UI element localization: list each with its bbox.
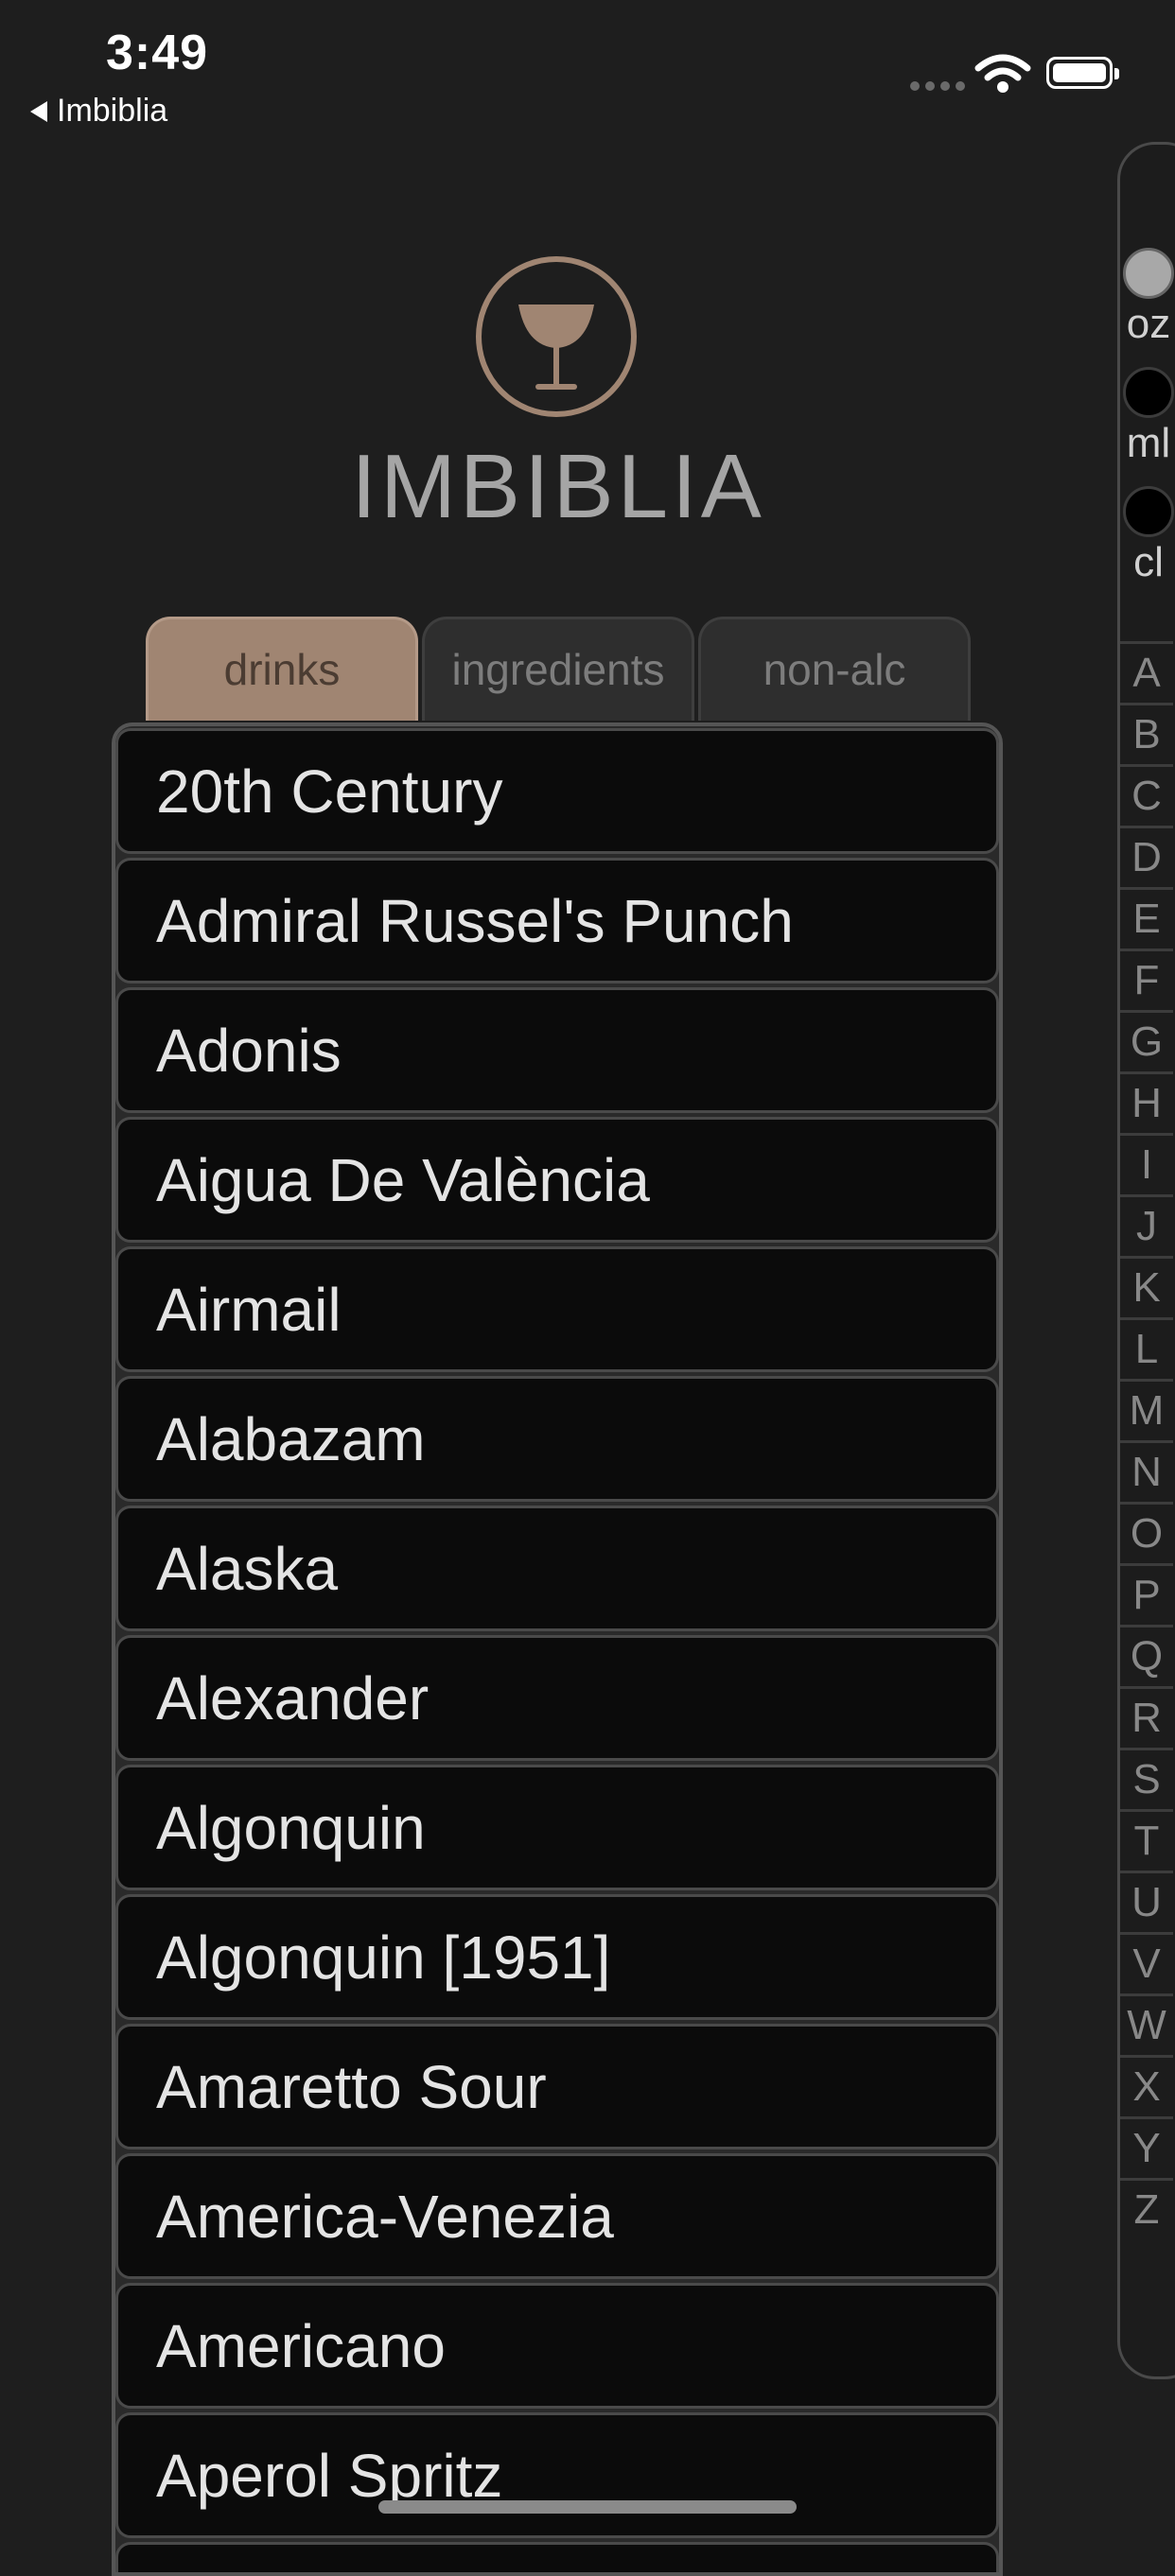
- index-letter-z[interactable]: Z: [1120, 2178, 1173, 2239]
- index-letter-v[interactable]: V: [1120, 1932, 1173, 1993]
- list-item[interactable]: [115, 2542, 999, 2572]
- list-item[interactable]: 20th Century: [115, 728, 999, 854]
- index-letter-i[interactable]: I: [1120, 1133, 1173, 1194]
- unit-label-ml: ml: [1126, 420, 1171, 466]
- list-item[interactable]: Aperol Spritz: [115, 2412, 999, 2538]
- index-letter-r[interactable]: R: [1120, 1686, 1173, 1748]
- index-letter-h[interactable]: H: [1120, 1071, 1173, 1133]
- radio-oz-selected[interactable]: [1123, 248, 1174, 299]
- status-time: 3:49: [106, 26, 209, 80]
- index-letter-g[interactable]: G: [1120, 1010, 1173, 1071]
- app-title: IMBIBLIA: [351, 436, 765, 537]
- tab-ingredients[interactable]: ingredients: [422, 617, 694, 721]
- index-letter-k[interactable]: K: [1120, 1256, 1173, 1317]
- index-letter-n[interactable]: N: [1120, 1440, 1173, 1502]
- tab-non-alc[interactable]: non-alc: [698, 617, 971, 721]
- index-letter-e[interactable]: E: [1120, 887, 1173, 949]
- unit-label-cl: cl: [1133, 539, 1164, 585]
- index-letter-c[interactable]: C: [1120, 764, 1173, 826]
- battery-icon: [1046, 57, 1119, 89]
- index-letter-o[interactable]: O: [1120, 1502, 1173, 1563]
- drink-list[interactable]: 20th Century Admiral Russel's Punch Adon…: [112, 722, 1003, 2576]
- list-item[interactable]: Alabazam: [115, 1376, 999, 1502]
- unit-option-cl[interactable]: cl: [1120, 486, 1175, 586]
- index-letter-a[interactable]: A: [1120, 641, 1173, 703]
- index-letter-w[interactable]: W: [1120, 1993, 1173, 2055]
- list-item[interactable]: Adonis: [115, 987, 999, 1113]
- radio-cl[interactable]: [1123, 486, 1174, 537]
- alphabet-index[interactable]: A B C D E F G H I J K L M N O P Q R S T …: [1120, 641, 1173, 2239]
- unit-option-ml[interactable]: ml: [1120, 367, 1175, 467]
- index-letter-d[interactable]: D: [1120, 826, 1173, 887]
- unit-label-oz: oz: [1126, 301, 1171, 347]
- list-item[interactable]: Alaska: [115, 1506, 999, 1631]
- wifi-icon: [974, 54, 1031, 93]
- cellular-signal-icon: [910, 81, 965, 91]
- index-letter-m[interactable]: M: [1120, 1379, 1173, 1440]
- list-item[interactable]: Americano: [115, 2283, 999, 2409]
- index-letter-t[interactable]: T: [1120, 1809, 1173, 1871]
- list-item[interactable]: Algonquin: [115, 1765, 999, 1890]
- back-triangle-icon: [30, 100, 47, 122]
- category-tabs: drinks ingredients non-alc: [146, 617, 971, 721]
- radio-ml[interactable]: [1123, 367, 1174, 418]
- cocktail-glass-icon: [476, 256, 637, 417]
- index-letter-x[interactable]: X: [1120, 2055, 1173, 2116]
- index-letter-q[interactable]: Q: [1120, 1625, 1173, 1686]
- back-label: Imbiblia: [57, 93, 168, 129]
- list-item[interactable]: Algonquin [1951]: [115, 1894, 999, 2020]
- tab-drinks[interactable]: drinks: [146, 617, 418, 721]
- index-letter-y[interactable]: Y: [1120, 2116, 1173, 2178]
- index-letter-s[interactable]: S: [1120, 1748, 1173, 1809]
- index-letter-f[interactable]: F: [1120, 949, 1173, 1010]
- list-item[interactable]: Airmail: [115, 1246, 999, 1372]
- list-item[interactable]: Amaretto Sour: [115, 2024, 999, 2150]
- list-item[interactable]: Alexander: [115, 1635, 999, 1761]
- index-letter-l[interactable]: L: [1120, 1317, 1173, 1379]
- list-item[interactable]: Aigua De València: [115, 1117, 999, 1243]
- index-letter-b[interactable]: B: [1120, 703, 1173, 764]
- index-letter-j[interactable]: J: [1120, 1194, 1173, 1256]
- index-letter-p[interactable]: P: [1120, 1563, 1173, 1625]
- back-to-app-link[interactable]: Imbiblia: [30, 93, 167, 130]
- unit-option-oz[interactable]: oz: [1120, 248, 1175, 348]
- index-letter-u[interactable]: U: [1120, 1871, 1173, 1932]
- list-item[interactable]: America-Venezia: [115, 2153, 999, 2279]
- list-item[interactable]: Admiral Russel's Punch: [115, 858, 999, 983]
- home-indicator[interactable]: [378, 2500, 797, 2514]
